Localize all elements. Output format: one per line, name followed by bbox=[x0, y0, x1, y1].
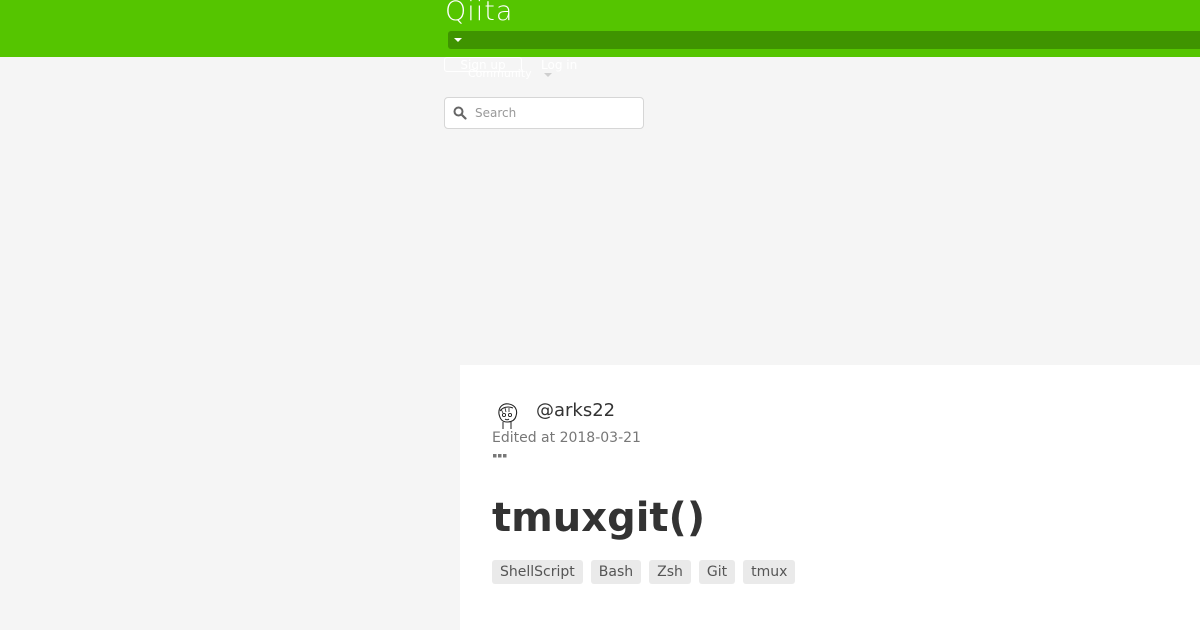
chevron-down-icon bbox=[454, 38, 462, 42]
tag-zsh[interactable]: Zsh bbox=[649, 560, 691, 584]
ellipsis-icon[interactable] bbox=[492, 452, 508, 460]
author-link[interactable]: @arks22 bbox=[536, 399, 615, 423]
article-title: tmuxgit() bbox=[492, 495, 706, 541]
login-link[interactable]: Log in bbox=[541, 57, 577, 74]
edited-date: Edited at 2018-03-21 bbox=[492, 430, 641, 446]
avatar-icon[interactable] bbox=[492, 400, 522, 430]
site-logo[interactable]: Qiita bbox=[445, 0, 513, 27]
tag-bash[interactable]: Bash bbox=[590, 560, 642, 584]
header: Qiita bbox=[0, 0, 1200, 57]
chevron-down-icon bbox=[544, 73, 552, 77]
tag-list: ShellScript Bash Zsh Git tmux bbox=[492, 560, 796, 584]
article-card: @arks22 Edited at 2018-03-21 tmuxgit() S… bbox=[460, 365, 1200, 630]
search-icon bbox=[453, 106, 467, 120]
tag-git[interactable]: Git bbox=[698, 560, 736, 584]
search-box[interactable] bbox=[444, 97, 644, 129]
tag-shellscript[interactable]: ShellScript bbox=[492, 560, 583, 584]
community-menu-bar[interactable] bbox=[448, 31, 1200, 49]
community-dropdown[interactable]: Community bbox=[468, 66, 532, 81]
search-input[interactable] bbox=[475, 102, 635, 124]
tag-tmux[interactable]: tmux bbox=[743, 560, 796, 584]
